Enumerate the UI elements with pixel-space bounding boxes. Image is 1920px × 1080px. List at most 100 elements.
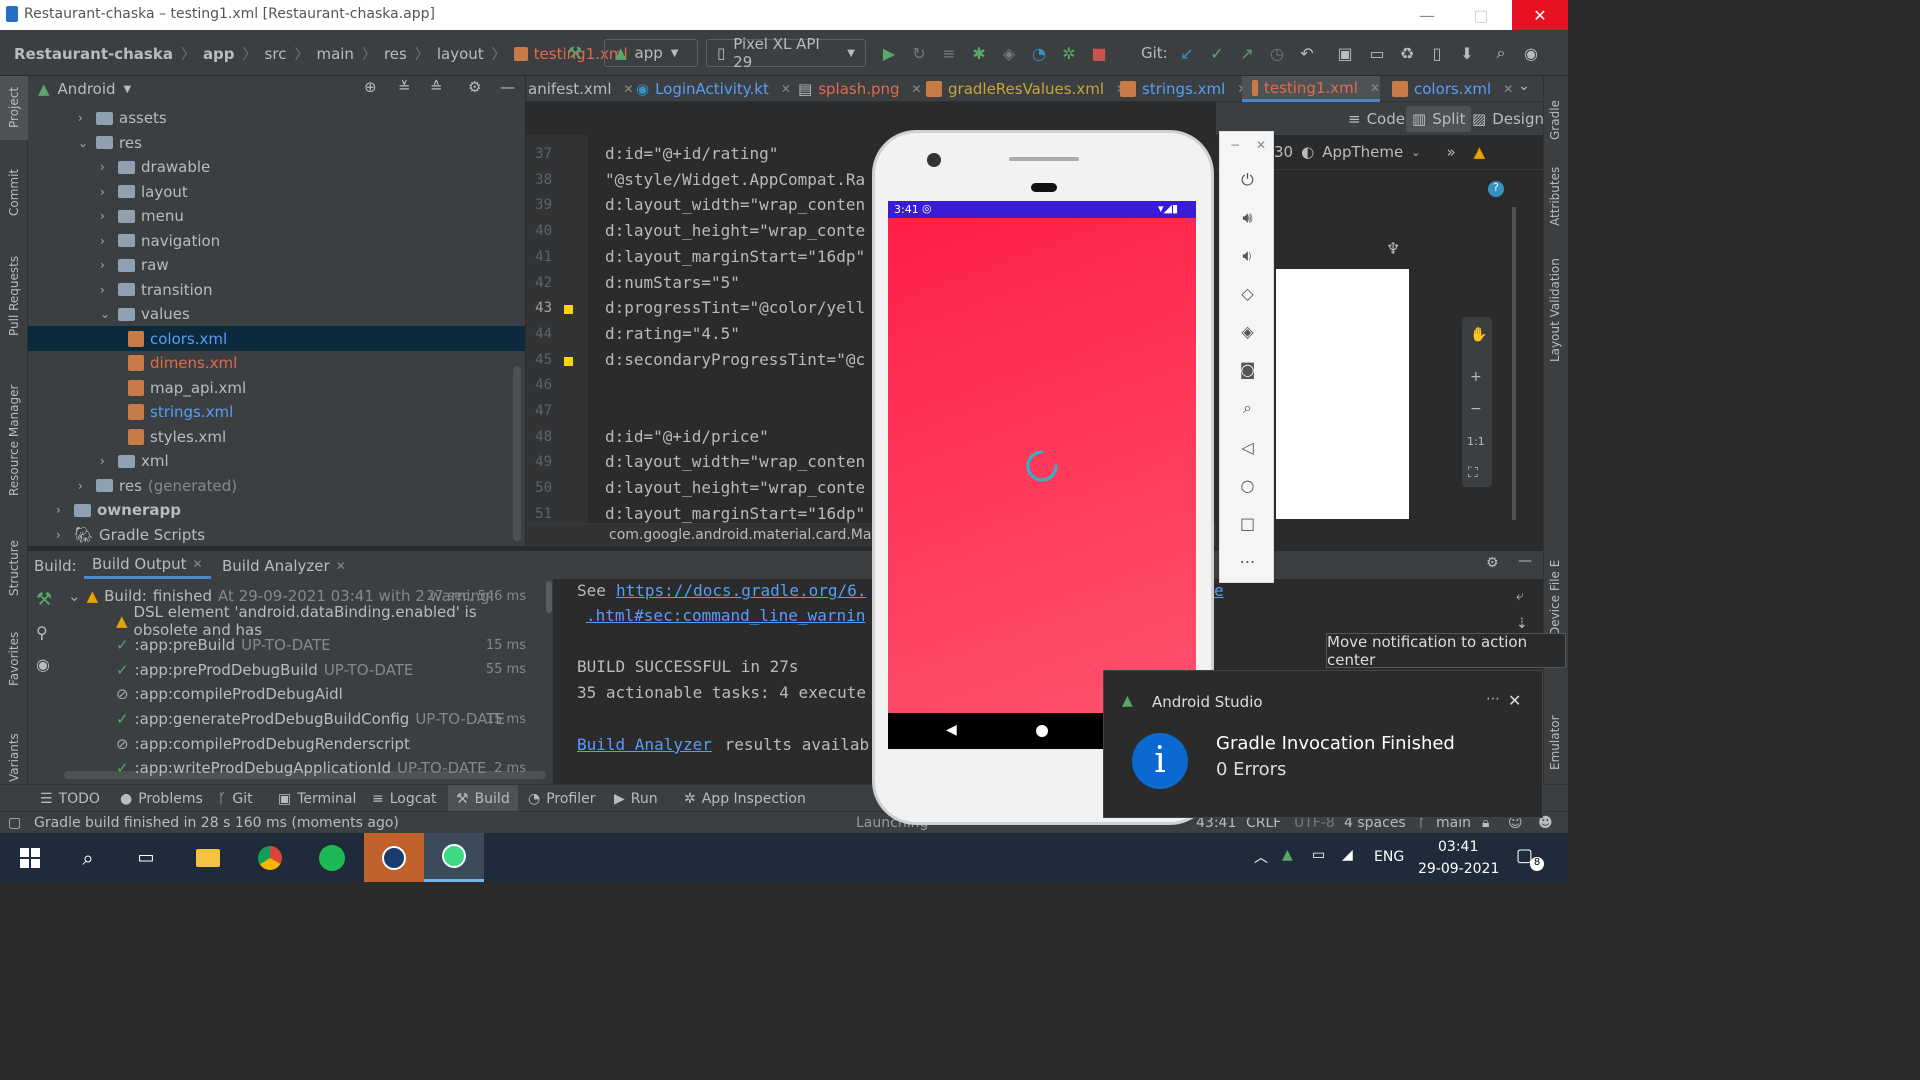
chevron-right-icon[interactable]: ›: [100, 209, 112, 223]
code-line[interactable]: d:layout_marginStart="16dp": [605, 247, 865, 266]
code-line[interactable]: d:progressTint="@color/yell: [605, 298, 865, 317]
code-line[interactable]: d:id="@+id/price": [605, 427, 769, 446]
tray-android-icon[interactable]: ▲: [1282, 847, 1293, 863]
code-line[interactable]: d:layout_height="wrap_conte: [605, 478, 865, 497]
tree-item[interactable]: › transition: [100, 278, 212, 302]
gear-icon[interactable]: ⚙: [1486, 555, 1499, 571]
sdk-manager-icon[interactable]: ⬇: [1456, 42, 1478, 64]
breadcrumb-layout[interactable]: layout: [437, 45, 484, 63]
chevron-down-icon[interactable]: ⌄: [100, 307, 112, 321]
code-line[interactable]: d:id="@+id/rating": [605, 144, 778, 163]
rollback-icon[interactable]: ↶: [1296, 42, 1318, 64]
project-structure-icon[interactable]: ▣: [1334, 42, 1356, 64]
tool-tab-build[interactable]: ⚒ Build: [448, 785, 518, 812]
tool-tab-layout-validation[interactable]: Layout Validation: [1548, 258, 1562, 362]
gear-icon[interactable]: ⚙: [468, 78, 481, 96]
rotate-left-icon[interactable]: ◇: [1220, 284, 1275, 303]
git-push-icon[interactable]: ↗: [1236, 42, 1258, 64]
tree-item[interactable]: map_api.xml: [128, 376, 246, 400]
profile-icon[interactable]: ◔: [1028, 42, 1050, 64]
chevron-down-icon[interactable]: ⌄: [78, 136, 90, 150]
tool-tab-variants[interactable]: Variants: [7, 733, 21, 782]
breadcrumb-project[interactable]: Restaurant-chaska: [14, 45, 173, 63]
tool-tab-project[interactable]: Project: [7, 87, 21, 128]
tool-tab-app-inspection[interactable]: ✲ App Inspection: [684, 785, 806, 812]
tool-tab-attributes[interactable]: Attributes: [1548, 167, 1562, 226]
zoom-fit-icon[interactable]: ⛶: [1468, 465, 1478, 481]
console-link-tail[interactable]: e: [1214, 581, 1224, 600]
rotate-right-icon[interactable]: ◈: [1220, 322, 1275, 341]
view-mode-code[interactable]: ≡ Code: [1348, 110, 1405, 128]
tab-testing1[interactable]: testing1.xml ✕: [1242, 76, 1380, 102]
tree-item[interactable]: ⌄ res: [78, 131, 142, 155]
project-view-select[interactable]: Android: [58, 80, 116, 98]
tree-item[interactable]: › assets: [78, 106, 167, 130]
minimize-icon[interactable]: −: [1230, 138, 1240, 152]
tab-manifest[interactable]: anifest.xml ✕: [528, 76, 634, 102]
debug-icon[interactable]: ✱: [968, 42, 990, 64]
warning-icon[interactable]: ▲: [1474, 143, 1486, 161]
breadcrumb-main[interactable]: main: [316, 45, 353, 63]
tool-tab-structure[interactable]: Structure: [7, 540, 21, 596]
help-icon[interactable]: ?: [1488, 181, 1504, 197]
stop-icon[interactable]: ■: [1088, 42, 1110, 64]
build-row[interactable]: ✓:app:writeProdDebugApplicationId UP-TO-D…: [116, 756, 540, 780]
tool-tab-terminal[interactable]: ▣ Terminal: [278, 785, 356, 812]
close-icon[interactable]: ✕: [1256, 138, 1266, 152]
tree-item[interactable]: styles.xml: [128, 425, 226, 449]
tree-item[interactable]: › 🐘︎ Gradle Scripts: [56, 523, 205, 547]
chevron-right-icon[interactable]: ›: [100, 234, 112, 248]
close-icon[interactable]: ✕: [1503, 82, 1513, 96]
volume-down-icon[interactable]: 🔉︎: [1220, 246, 1275, 266]
chevron-right-icon[interactable]: ›: [56, 528, 68, 542]
pan-icon[interactable]: ✋: [1470, 327, 1487, 343]
chrome-icon[interactable]: [240, 833, 300, 882]
home-icon[interactable]: [1036, 725, 1048, 737]
scroll-end-icon[interactable]: ⇣: [1516, 616, 1528, 632]
color-marker-icon[interactable]: [564, 305, 573, 315]
tray-expand-icon[interactable]: ︿: [1254, 847, 1268, 867]
search-icon[interactable]: ⌕: [58, 833, 118, 882]
close-icon[interactable]: ✕: [1370, 81, 1380, 95]
code-line[interactable]: d:rating="4.5": [605, 324, 740, 343]
clock-time[interactable]: 03:41: [1438, 839, 1478, 855]
code-line[interactable]: "@style/Widget.AppCompat.Ra: [605, 170, 865, 189]
build-row[interactable]: ✓:app:generateProdDebugBuildConfig UP-TO-…: [116, 707, 540, 731]
console-link[interactable]: https://docs.gradle.org/6.: [616, 581, 866, 600]
tool-tab-todo[interactable]: ☰ TODO: [40, 785, 100, 812]
tree-item[interactable]: › menu: [100, 204, 184, 228]
pin-icon[interactable]: ⚲: [36, 623, 48, 642]
coverage-icon[interactable]: ◈: [998, 42, 1020, 64]
tool-tab-run[interactable]: ▶ Run: [614, 785, 658, 812]
more-icon[interactable]: ⋯: [1220, 552, 1275, 571]
api-level-select[interactable]: 30: [1274, 143, 1293, 161]
close-button[interactable]: ✕: [1512, 0, 1568, 30]
status-panel-icon[interactable]: ▢: [8, 815, 21, 831]
chevron-down-icon[interactable]: ▼: [124, 84, 132, 95]
tool-tab-device-file-explorer[interactable]: Device File E: [1548, 560, 1562, 636]
power-icon[interactable]: ⏻: [1220, 170, 1275, 190]
code-line[interactable]: d:layout_width="wrap_conten: [605, 195, 865, 214]
windows-start-icon[interactable]: [0, 833, 60, 882]
console-link-2[interactable]: .html#sec:command_line_warnin: [586, 606, 865, 625]
locate-icon[interactable]: ⊕: [364, 78, 377, 96]
scrollbar[interactable]: [546, 581, 552, 613]
more-icon[interactable]: »: [1446, 143, 1455, 161]
soft-wrap-icon[interactable]: ⤶: [1516, 588, 1524, 604]
device-manager-icon[interactable]: ▭: [1366, 42, 1388, 64]
back-icon[interactable]: ◀: [946, 722, 957, 738]
phone-screen[interactable]: [888, 201, 1196, 749]
chevron-right-icon[interactable]: ›: [100, 283, 112, 297]
editor-breadcrumb[interactable]: com.google.android.material.card.Materi: [609, 527, 895, 543]
collapse-all-icon[interactable]: ≙: [430, 78, 443, 96]
code-line[interactable]: d:layout_marginStart="16dp": [605, 504, 865, 523]
app-icon[interactable]: [364, 833, 424, 882]
tree-item[interactable]: › drawable: [100, 155, 210, 179]
chevron-right-icon[interactable]: ›: [100, 454, 112, 468]
hide-icon[interactable]: —: [1518, 553, 1532, 569]
run-icon[interactable]: ▶: [878, 42, 900, 64]
tool-tab-pull-requests[interactable]: Pull Requests: [7, 256, 21, 336]
design-scrollbar[interactable]: [1512, 207, 1516, 520]
status-message[interactable]: Gradle build finished in 28 s 160 ms (mo…: [34, 815, 399, 831]
tree-item[interactable]: ⌄ values: [100, 302, 190, 326]
